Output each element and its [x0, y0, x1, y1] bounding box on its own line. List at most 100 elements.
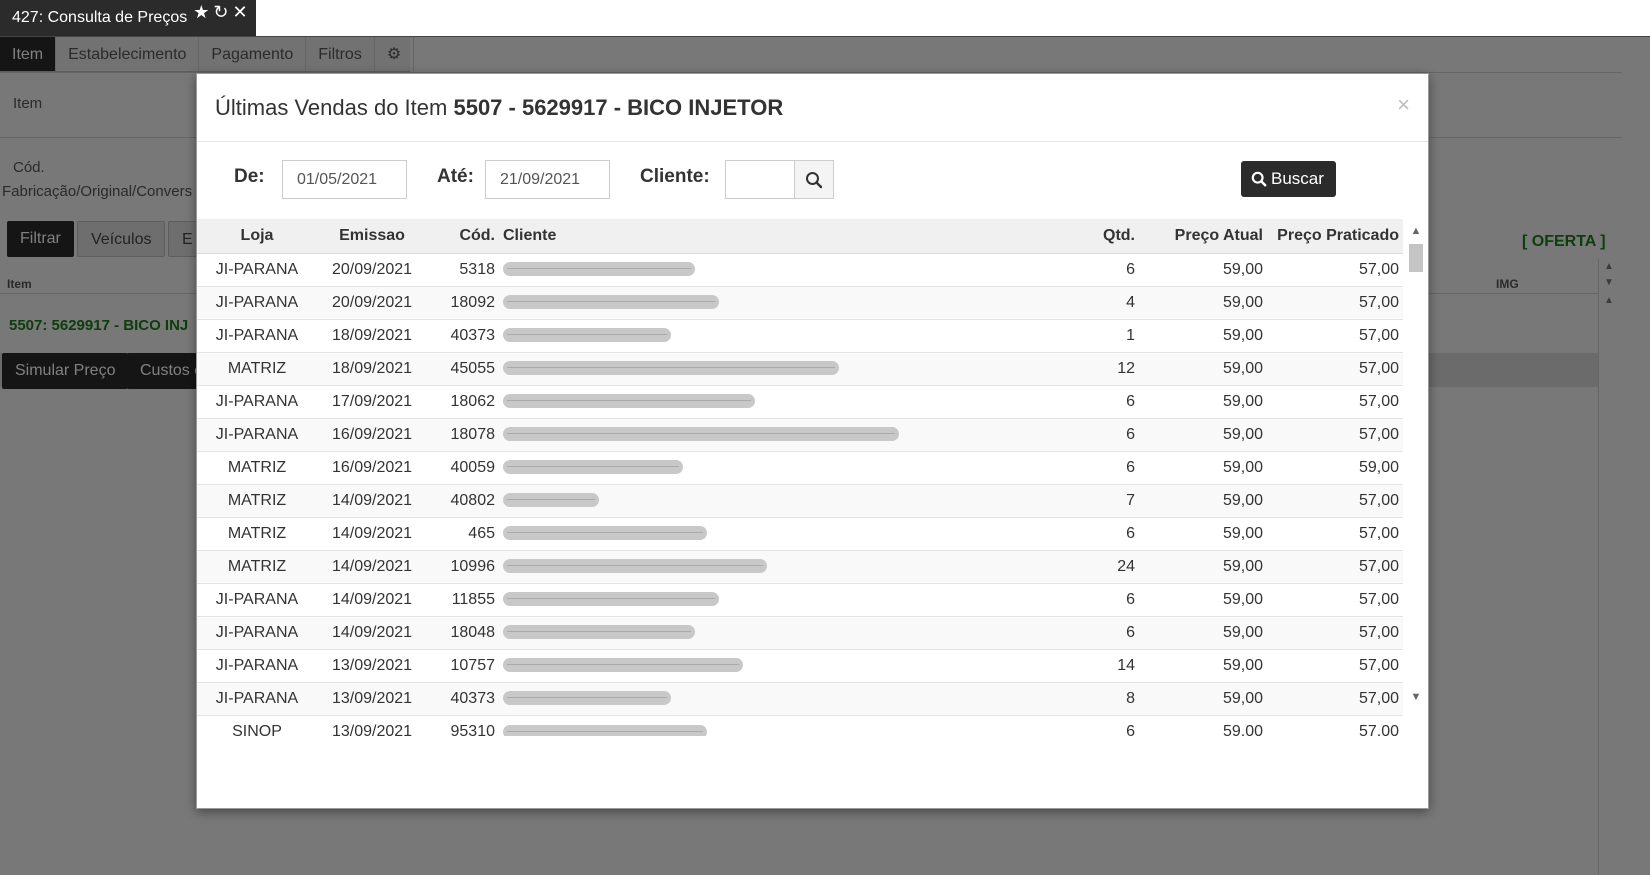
cell-loja: JI-PARANA [197, 648, 317, 682]
cell-preco-praticado: 57,00 [1267, 351, 1403, 385]
cell-preco-praticado: 57,00 [1267, 648, 1403, 682]
cell-loja: JI-PARANA [197, 681, 317, 715]
col-cliente[interactable]: Cliente [499, 219, 1079, 254]
table-body: JI-PARANA 20/09/2021 5318 6 59,00 57,00 JI-PAR… [197, 252, 1403, 736]
cell-emissao: 18/09/2021 [317, 318, 427, 352]
modal-header: Últimas Vendas do Item 5507 - 5629917 - … [197, 74, 1428, 142]
cell-cod: 18048 [427, 615, 499, 649]
cell-preco-praticado: 57,00 [1267, 681, 1403, 715]
table-row[interactable]: MATRIZ 14/09/2021 40802 7 59,00 57,00 [197, 483, 1403, 517]
table-row[interactable]: JI-PARANA 14/09/2021 18048 6 59,00 57,00 [197, 615, 1403, 649]
de-date-input[interactable] [282, 160, 407, 199]
cell-loja: JI-PARANA [197, 252, 317, 286]
cell-loja: JI-PARANA [197, 318, 317, 352]
cell-loja: JI-PARANA [197, 615, 317, 649]
cell-emissao: 17/09/2021 [317, 384, 427, 418]
sales-table: Loja Emissao Cód. Cliente Qtd. Preço Atu… [197, 219, 1403, 736]
cell-cod: 18062 [427, 384, 499, 418]
table-row[interactable]: JI-PARANA 14/09/2021 11855 6 59,00 57,00 [197, 582, 1403, 616]
cell-preco-praticado: 57,00 [1267, 516, 1403, 550]
refresh-icon[interactable]: ↻ [213, 3, 228, 21]
cell-preco-atual: 59,00 [1139, 516, 1267, 550]
close-icon[interactable]: ✕ [232, 3, 247, 21]
col-emissao[interactable]: Emissao [317, 219, 427, 254]
cell-qtd: 6 [1079, 384, 1139, 418]
cell-preco-praticado: 57,00 [1267, 384, 1403, 418]
cell-preco-atual: 59,00 [1139, 714, 1267, 736]
cell-cliente [499, 318, 1079, 352]
col-loja[interactable]: Loja [197, 219, 317, 254]
modal-title: Últimas Vendas do Item 5507 - 5629917 - … [215, 95, 783, 121]
cell-qtd: 8 [1079, 681, 1139, 715]
cell-qtd: 6 [1079, 516, 1139, 550]
cell-preco-praticado: 57,00 [1267, 417, 1403, 451]
cell-loja: JI-PARANA [197, 417, 317, 451]
cell-preco-atual: 59,00 [1139, 681, 1267, 715]
cell-loja: JI-PARANA [197, 384, 317, 418]
cell-preco-praticado: 57,00 [1267, 582, 1403, 616]
scroll-down-icon[interactable]: ▼ [1404, 691, 1428, 703]
cell-preco-praticado: 57,00 [1267, 285, 1403, 319]
cell-emissao: 16/09/2021 [317, 417, 427, 451]
col-preco-praticado[interactable]: Preço Praticado [1267, 219, 1403, 254]
redacted-cliente [503, 658, 743, 673]
table-row[interactable]: JI-PARANA 16/09/2021 18078 6 59,00 57,00 [197, 417, 1403, 451]
cell-loja: JI-PARANA [197, 285, 317, 319]
table-row[interactable]: MATRIZ 14/09/2021 10996 24 59,00 57,00 [197, 549, 1403, 583]
modal-title-item: 5507 - 5629917 - BICO INJETOR [453, 94, 784, 120]
cell-loja: MATRIZ [197, 450, 317, 484]
buscar-button[interactable]: Buscar [1241, 161, 1336, 197]
table-row[interactable]: JI-PARANA 13/09/2021 40373 8 59,00 57,00 [197, 681, 1403, 715]
ate-date-input[interactable] [485, 160, 610, 199]
search-icon[interactable] [794, 160, 834, 199]
table-row[interactable]: JI-PARANA 20/09/2021 18092 4 59,00 57,00 [197, 285, 1403, 319]
scroll-thumb[interactable] [1409, 244, 1423, 272]
cell-cliente [499, 582, 1079, 616]
cell-emissao: 14/09/2021 [317, 483, 427, 517]
star-icon[interactable]: ★ [193, 3, 209, 21]
cell-qtd: 12 [1079, 351, 1139, 385]
table-row[interactable]: MATRIZ 14/09/2021 465 6 59,00 57,00 [197, 516, 1403, 550]
table-row[interactable]: MATRIZ 18/09/2021 45055 12 59,00 57,00 [197, 351, 1403, 385]
table-scrollbar[interactable]: ▲ ▼ [1404, 219, 1428, 736]
cell-preco-praticado: 57,00 [1267, 483, 1403, 517]
col-qtd[interactable]: Qtd. [1079, 219, 1139, 254]
cell-cod: 95310 [427, 714, 499, 736]
cell-loja: JI-PARANA [197, 582, 317, 616]
cell-cliente [499, 549, 1079, 583]
cell-qtd: 6 [1079, 417, 1139, 451]
scroll-up-icon[interactable]: ▲ [1404, 225, 1428, 237]
cell-emissao: 13/09/2021 [317, 714, 427, 736]
redacted-cliente [503, 625, 695, 640]
col-preco-atual[interactable]: Preço Atual [1139, 219, 1267, 254]
col-cod[interactable]: Cód. [427, 219, 499, 254]
window-tab[interactable]: 427: Consulta de Preços ★ ↻ ✕ [0, 0, 256, 36]
buscar-label: Buscar [1271, 169, 1324, 188]
table-row[interactable]: MATRIZ 16/09/2021 40059 6 59,00 59,00 [197, 450, 1403, 484]
ultimas-vendas-modal: Últimas Vendas do Item 5507 - 5629917 - … [196, 73, 1429, 809]
cell-qtd: 1 [1079, 318, 1139, 352]
cell-cliente [499, 714, 1079, 736]
cell-preco-atual: 59,00 [1139, 252, 1267, 286]
cell-cliente [499, 483, 1079, 517]
redacted-cliente [503, 262, 695, 277]
redacted-cliente [503, 394, 755, 409]
table-row[interactable]: JI-PARANA 18/09/2021 40373 1 59,00 57,00 [197, 318, 1403, 352]
cliente-input[interactable] [725, 160, 795, 199]
cell-preco-atual: 59,00 [1139, 549, 1267, 583]
cell-cod: 10757 [427, 648, 499, 682]
close-icon[interactable]: × [1397, 92, 1410, 118]
cell-emissao: 14/09/2021 [317, 582, 427, 616]
table-row[interactable]: JI-PARANA 13/09/2021 10757 14 59,00 57,00 [197, 648, 1403, 682]
table-row[interactable]: SINOP 13/09/2021 95310 6 59,00 57,00 [197, 714, 1403, 736]
redacted-cliente [503, 691, 671, 706]
redacted-cliente [503, 592, 719, 607]
cell-cod: 45055 [427, 351, 499, 385]
cell-cliente [499, 450, 1079, 484]
table-row[interactable]: JI-PARANA 20/09/2021 5318 6 59,00 57,00 [197, 252, 1403, 286]
table-row[interactable]: JI-PARANA 17/09/2021 18062 6 59,00 57,00 [197, 384, 1403, 418]
cell-emissao: 13/09/2021 [317, 648, 427, 682]
cell-emissao: 16/09/2021 [317, 450, 427, 484]
cell-qtd: 6 [1079, 450, 1139, 484]
cell-cod: 10996 [427, 549, 499, 583]
